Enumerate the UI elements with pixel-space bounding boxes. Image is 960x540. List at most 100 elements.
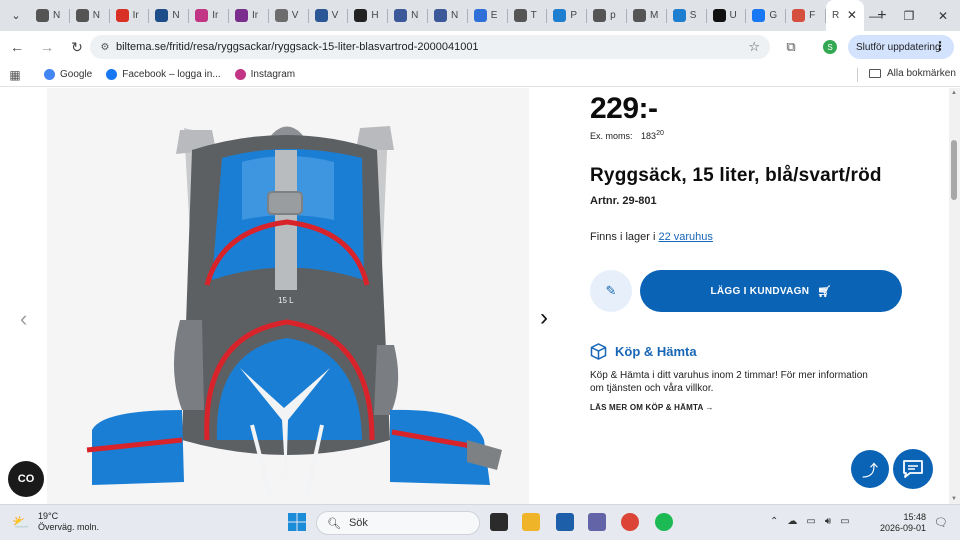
weather-widget[interactable]: ⛅ 19°C Överväg. moln. <box>12 511 99 533</box>
address-bar[interactable]: ⚙ biltema.se/fritid/resa/ryggsackar/rygg… <box>90 35 770 59</box>
tab-label: E <box>490 10 498 21</box>
tab[interactable]: N <box>428 0 468 31</box>
carousel-next-icon[interactable]: › <box>540 304 548 332</box>
weather-temp: 19°C <box>38 511 59 521</box>
accessibility-button[interactable]: CO <box>8 461 44 497</box>
tab[interactable]: E <box>468 0 508 31</box>
h-icon <box>314 9 328 22</box>
store-icon[interactable] <box>556 513 574 531</box>
store-count-link[interactable]: 22 varuhus <box>658 231 712 243</box>
scroll-down-icon[interactable]: ▼ <box>951 496 957 502</box>
bookmark-label: Facebook – logga in... <box>122 69 221 80</box>
tab[interactable]: G <box>746 0 786 31</box>
product-price: 229:- <box>590 92 658 125</box>
scroll-up-icon[interactable]: ▲ <box>951 90 957 96</box>
tab[interactable]: U <box>707 0 747 31</box>
product-title: Ryggsäck, 15 liter, blå/svart/röd <box>590 165 882 186</box>
update-button[interactable]: Slutför uppdatering ⋮ <box>848 35 954 59</box>
site-info-icon[interactable]: ⚙ <box>94 42 116 53</box>
windows-start-icon[interactable] <box>288 513 306 531</box>
close-window-icon[interactable]: ✕ <box>926 0 960 31</box>
chevron-down-icon: ⌄ <box>11 10 21 22</box>
page-scrollbar[interactable]: ▲ ▼ <box>949 88 960 504</box>
chevron-up-icon[interactable]: ⌃ <box>770 516 778 527</box>
battery-icon[interactable]: ▭ <box>840 516 849 527</box>
tab[interactable]: N <box>70 0 110 31</box>
u-icon <box>712 9 726 22</box>
tab[interactable]: p <box>587 0 627 31</box>
tab[interactable]: N <box>388 0 428 31</box>
bookmark-label: Instagram <box>250 69 296 80</box>
tab[interactable]: S <box>667 0 707 31</box>
reload-button[interactable]: ↻ <box>64 34 90 60</box>
folder-icon <box>869 69 881 78</box>
add-to-cart-button[interactable]: LÄGG I KUNDVAGN 🛒︎ <box>640 270 902 312</box>
tab-label: S <box>689 10 697 21</box>
tab-label: H <box>371 10 379 21</box>
pickup-heading: Köp & Hämta <box>590 343 697 360</box>
network-icon[interactable]: ☁ <box>787 516 797 527</box>
tab[interactable]: H <box>348 0 388 31</box>
tab-label: V <box>331 10 339 21</box>
scrollbar-thumb[interactable] <box>951 140 957 200</box>
tab[interactable]: V <box>309 0 349 31</box>
profile-avatar[interactable]: S <box>823 40 837 54</box>
tab[interactable]: Ir <box>110 0 150 31</box>
clock-time: 15:48 <box>903 512 927 522</box>
bookmark-item[interactable]: Facebook – logga in... <box>106 69 221 80</box>
extensions-icon[interactable]: ⧉ <box>783 39 799 55</box>
product-image[interactable]: 15 L <box>72 110 502 504</box>
edit-icon <box>473 9 487 22</box>
bookmark-star-icon[interactable]: ☆ <box>748 39 760 55</box>
stock-prefix: Finns i lager i <box>590 231 656 243</box>
taskbar-search[interactable]: 🔍︎ Sök <box>316 511 480 535</box>
tab[interactable]: V <box>269 0 309 31</box>
instagram-icon <box>234 69 246 80</box>
tab[interactable]: Ir <box>189 0 229 31</box>
notifications-icon[interactable]: 🗨︎ <box>934 516 948 529</box>
minimize-icon[interactable]: — <box>858 0 892 31</box>
chrome-icon[interactable] <box>621 513 639 531</box>
tab-label: G <box>769 10 778 21</box>
teams-icon[interactable] <box>588 513 606 531</box>
tab[interactable]: T <box>508 0 548 31</box>
bookmark-list: Google Facebook – logga in... Instagram <box>30 69 295 80</box>
tab[interactable]: N <box>30 0 70 31</box>
spotify-icon[interactable] <box>655 513 673 531</box>
display-icon[interactable]: ▭ <box>806 516 815 527</box>
chat-button[interactable] <box>893 449 933 489</box>
tab[interactable]: N <box>149 0 189 31</box>
note-button[interactable]: ✎ <box>590 270 632 312</box>
all-bookmarks-label: Alla bokmärken <box>887 68 956 79</box>
task-view-icon[interactable] <box>490 513 508 531</box>
scroll-top-button[interactable]: ⤴ <box>851 450 889 488</box>
volume-icon[interactable]: 🔊︎ <box>825 516 831 527</box>
file-explorer-icon[interactable] <box>522 513 540 531</box>
forward-button[interactable]: → <box>34 34 60 60</box>
all-bookmarks-button[interactable]: Alla bokmärken <box>869 68 956 79</box>
apps-grid-icon[interactable]: ▦ <box>0 68 30 82</box>
bookmark-item[interactable]: Instagram <box>234 69 296 80</box>
back-button[interactable]: ← <box>4 34 30 60</box>
arrow-left-icon: ← <box>10 39 24 55</box>
tab-label: R <box>831 10 840 21</box>
tab-search-button[interactable]: ⌄ <box>4 4 28 28</box>
carousel-prev-icon[interactable]: ‹ <box>20 306 27 332</box>
tab-label: Ir <box>251 10 259 21</box>
menu-dots-icon[interactable]: ⋮ <box>934 39 946 53</box>
gmail-icon <box>115 9 129 22</box>
pickup-read-more-link[interactable]: LÄS MER OM KÖP & HÄMTA → <box>590 403 714 412</box>
taskbar-clock[interactable]: 15:48 2026-09-01 <box>880 512 926 534</box>
facebook-icon <box>106 69 118 80</box>
url-text[interactable]: biltema.se/fritid/resa/ryggsackar/ryggsa… <box>116 41 479 53</box>
tab[interactable]: F <box>786 0 826 31</box>
close-icon[interactable]: ✕ <box>847 8 857 22</box>
tab[interactable]: Ir <box>229 0 269 31</box>
search-icon <box>593 9 607 22</box>
tab[interactable]: P <box>547 0 587 31</box>
tab-label: V <box>291 10 299 21</box>
tab[interactable]: M <box>627 0 667 31</box>
bookmark-item[interactable]: Google <box>44 69 92 80</box>
google-icon <box>44 69 55 80</box>
restore-icon[interactable]: ❐ <box>892 0 926 31</box>
